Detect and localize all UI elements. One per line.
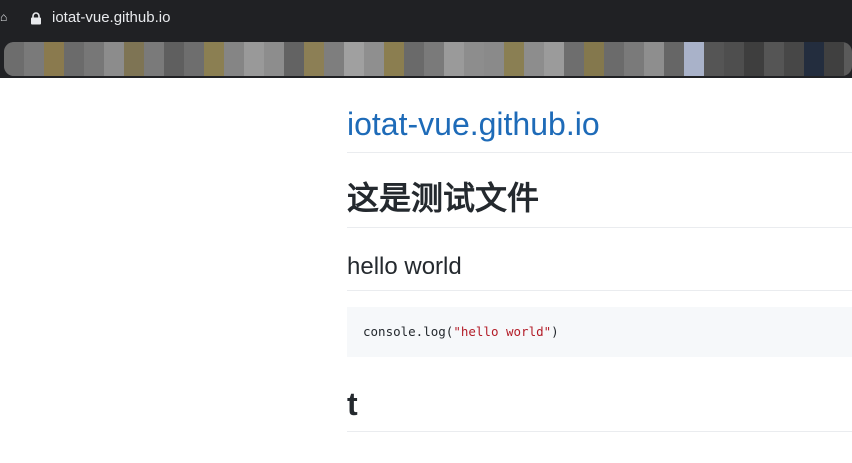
code-suffix: ) bbox=[551, 324, 559, 339]
address-bar-url[interactable]: iotat-vue.github.io bbox=[52, 8, 170, 28]
lock-icon[interactable] bbox=[30, 12, 42, 25]
blurred-bookmarks bbox=[4, 42, 852, 76]
blurred-bookmarks-pixels bbox=[4, 42, 852, 76]
heading-test-file: 这是测试文件 bbox=[347, 153, 852, 228]
home-icon[interactable]: ⌂ bbox=[0, 10, 8, 24]
bookmarks-bar bbox=[0, 34, 852, 78]
browser-toolbar: ⌂ iotat-vue.github.io bbox=[0, 0, 852, 36]
page-viewport: iotat-vue.github.io 这是测试文件 hello world c… bbox=[0, 78, 852, 463]
code-string: "hello world" bbox=[453, 324, 552, 339]
site-title-link[interactable]: iotat-vue.github.io bbox=[347, 78, 852, 153]
heading-hello-world: hello world bbox=[347, 228, 852, 291]
code-block: console.log("hello world") bbox=[347, 307, 852, 357]
heading-t: t bbox=[347, 357, 852, 432]
markdown-content: iotat-vue.github.io 这是测试文件 hello world c… bbox=[347, 78, 852, 432]
code-prefix: console.log( bbox=[363, 324, 454, 339]
